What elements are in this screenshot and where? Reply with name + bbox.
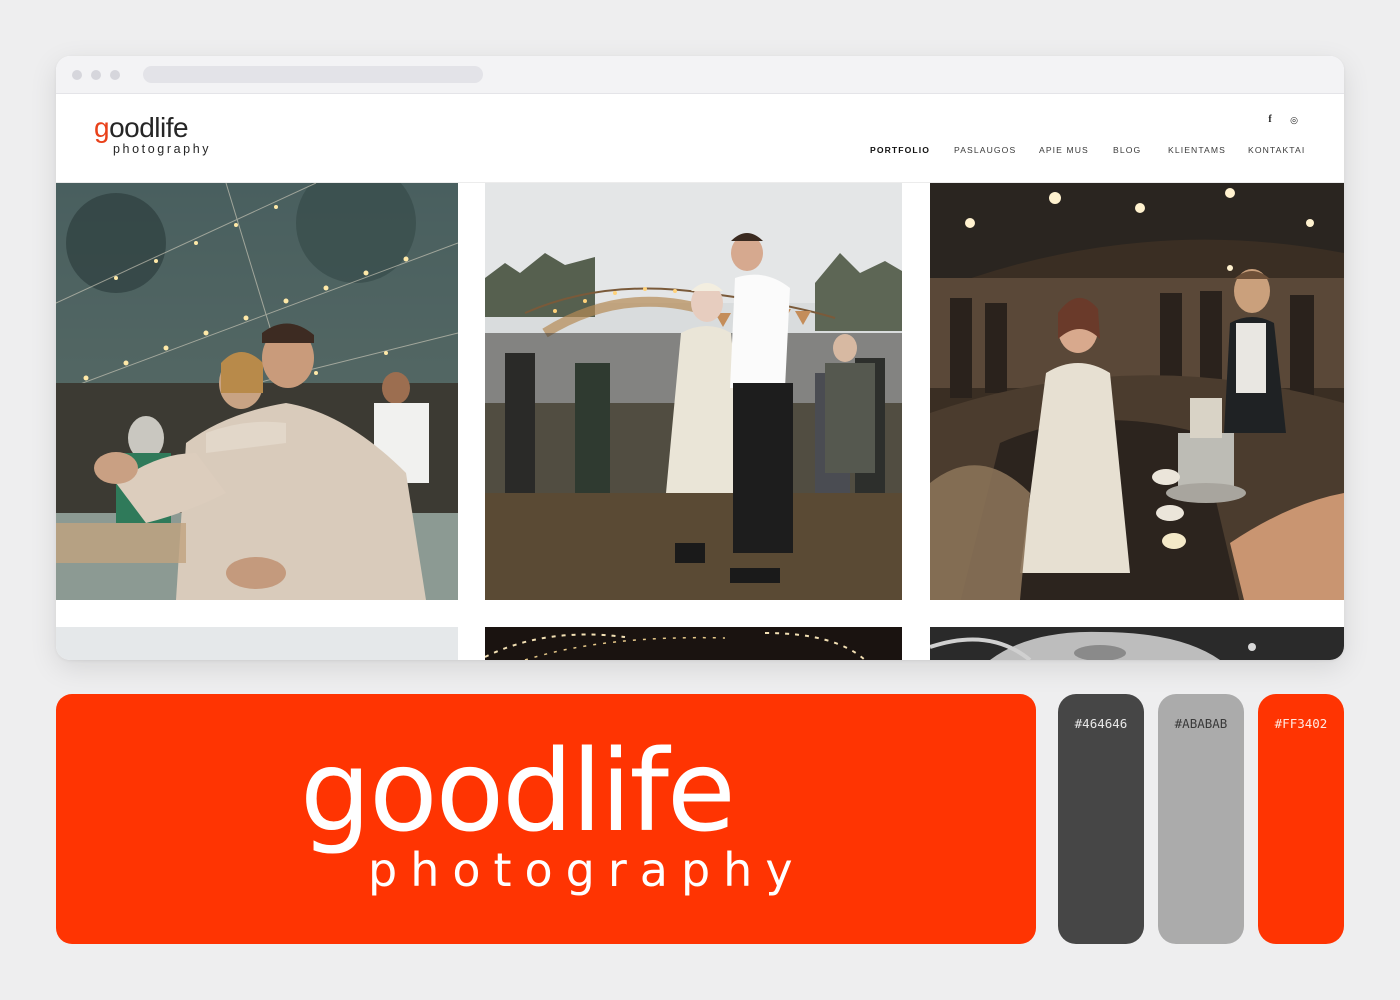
portfolio-photo-row2-2[interactable] (485, 627, 902, 660)
address-bar[interactable] (143, 66, 483, 83)
portfolio-photo-cake-cutting[interactable] (930, 183, 1344, 600)
facebook-icon[interactable]: f (1263, 114, 1277, 126)
nav-paslaugos[interactable]: PASLAUGOS (954, 144, 1016, 156)
nav-blog[interactable]: BLOG (1113, 144, 1141, 156)
palette-hex-label: #ABABAB (1174, 716, 1228, 731)
window-dot-maximize[interactable] (110, 70, 120, 80)
nav-kontaktai[interactable]: KONTAKTAI (1248, 144, 1305, 156)
palette-hex-label: #464646 (1074, 716, 1128, 731)
logo-wordmark: goodlife (94, 112, 189, 143)
palette-hex-label: #FF3402 (1274, 716, 1328, 731)
browser-chrome (56, 56, 1344, 94)
window-dot-minimize[interactable] (91, 70, 101, 80)
portfolio-photo-dancing[interactable] (485, 183, 902, 600)
browser-window: goodlife photography f ◎ PORTFOLIO PASLA… (56, 56, 1344, 660)
brand-subtitle: photography (368, 843, 806, 897)
instagram-icon[interactable]: ◎ (1287, 114, 1301, 126)
site-logo[interactable]: goodlife photography (94, 112, 244, 160)
palette-swatch-orange: #FF3402 (1258, 694, 1344, 944)
palette-swatch-dark-gray: #464646 (1058, 694, 1144, 944)
nav-apie-mus[interactable]: APIE MUS (1039, 144, 1089, 156)
window-dot-close[interactable] (72, 70, 82, 80)
brand-logo-card: goodlife photography (56, 694, 1036, 944)
nav-klientams[interactable]: KLIENTAMS (1168, 144, 1226, 156)
site-header: goodlife photography f ◎ PORTFOLIO PASLA… (56, 94, 1344, 183)
brand-wordmark: goodlife (300, 727, 736, 857)
nav-portfolio[interactable]: PORTFOLIO (870, 144, 930, 156)
portfolio-photo-tent-couple[interactable] (56, 183, 458, 600)
portfolio-photo-row2-3[interactable] (930, 627, 1344, 660)
portfolio-photo-row2-1[interactable] (56, 627, 458, 660)
palette-swatch-light-gray: #ABABAB (1158, 694, 1244, 944)
logo-subtitle: photography (113, 142, 212, 156)
